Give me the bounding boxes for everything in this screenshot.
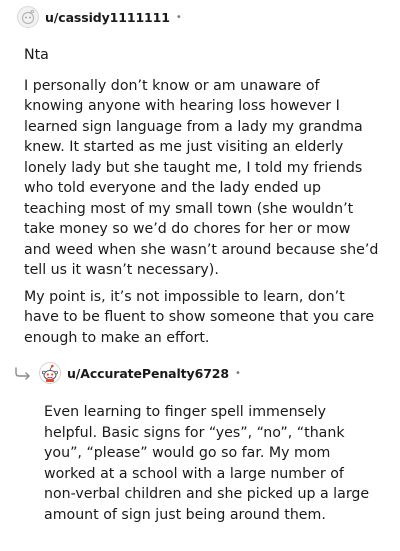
comment-body: Even learning to finger spell immensely …	[44, 402, 380, 531]
reply-arrow-icon	[14, 365, 34, 384]
comment-header: u/AccuratePenalty6728 •	[39, 362, 241, 384]
meta-separator: •	[234, 367, 241, 379]
comment-paragraph: I personally don’t know or am unaware of…	[24, 77, 379, 279]
comment-author[interactable]: u/cassidy1111111	[45, 10, 170, 25]
comment-author[interactable]: u/AccuratePenalty6728	[67, 366, 229, 381]
comment-paragraph: Even learning to finger spell immensely …	[44, 404, 370, 523]
default-avatar-icon[interactable]	[17, 6, 39, 28]
comment-body: Nta I personally don’t know or am unawar…	[24, 45, 380, 354]
comment-header: u/cassidy1111111 •	[17, 6, 182, 28]
meta-separator: •	[175, 11, 182, 23]
comment-paragraph: Nta	[24, 47, 49, 63]
snoo-avatar-icon[interactable]	[39, 362, 61, 384]
comment-paragraph: My point is, it’s not impossible to lear…	[24, 288, 375, 346]
